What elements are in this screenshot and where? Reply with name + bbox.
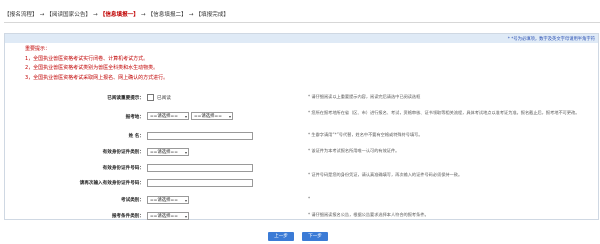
chevron-down-icon: ▾ (184, 198, 187, 203)
exam-location-province-value: ==请选择== (150, 114, 178, 119)
header-divider (4, 22, 600, 23)
prev-step-button[interactable]: 上一步 (268, 232, 294, 241)
id-type-hint: * 该证件为本考试报名所用唯一认可的有效证件。 (308, 148, 400, 153)
read-notice-label: 已阅读重要提示： (107, 96, 144, 101)
step-arrow: → (140, 12, 146, 18)
name-hint: * 生僻字请用“*”号代替，姓名中不要有空格或特殊符号填写。 (308, 132, 423, 137)
exam-location-city-value: ==请选择== (194, 114, 222, 119)
exam-location-label: 报考地： (125, 115, 144, 120)
step-read-announcement: 【阅读国家公告】 (46, 12, 92, 18)
exam-condition-hint: * 请仔细阅读报名公告，根据公告要求选择本人符合的报考条件。 (308, 212, 429, 217)
step-arrow: → (93, 12, 98, 18)
exam-category-select[interactable]: ==请选择== ▾ (147, 196, 189, 204)
notice-item: 1，全国执业兽医资格考试实行闭卷、计算机考试方式。 (25, 55, 149, 62)
chevron-down-icon: ▾ (184, 114, 187, 119)
exam-condition-label: 报考条件类别： (111, 214, 144, 219)
id-number-confirm-input[interactable] (147, 179, 253, 187)
read-notice-option: 已阅读 (157, 96, 171, 101)
exam-category-label: 考试类别： (121, 198, 144, 203)
step-breadcrumb: 【报名流程】 → 【阅读国家公告】 → 【信息填报一】 → 【信息填报二】 → 【填报完成】 (4, 10, 229, 18)
id-type-select[interactable]: ==请选择== ▾ (147, 148, 189, 156)
id-number-hint: * 证件号码是您的身份凭证，请认真准确填写，再次输入的证件号码必须保持一致。 (308, 172, 463, 177)
read-notice-hint: * 请仔细阅读以上重要提示内容，阅读完后请选中已阅读选框 (308, 94, 421, 99)
required-note: * *号为必填项，数字及英文字母请用半角字符 (507, 37, 595, 42)
important-notice: 重要提示： 1，全国执业兽医资格考试实行闭卷、计算机考试方式。 2，全国执业兽医… (25, 45, 168, 83)
step-info-fill-1: 【信息填报一】 (99, 12, 139, 18)
id-number-confirm-label: 请再次输入有效身份证件号码： (79, 181, 144, 186)
step-complete: 【填报完成】 (195, 12, 230, 18)
notice-item: 2，全国执业兽医资格考试类别为兽医全科类和水生动物类。 (25, 65, 159, 71)
exam-location-city-select[interactable]: ==请选择== ▾ (191, 112, 233, 120)
chevron-down-icon: ▾ (228, 114, 231, 119)
read-notice-checkbox[interactable] (147, 94, 154, 101)
chevron-down-icon: ▾ (184, 150, 187, 155)
step-registration-process: 【报名流程】 (4, 12, 38, 18)
next-step-button[interactable]: 下一步 (302, 232, 328, 241)
id-type-label: 有效身份证件类别： (102, 150, 144, 155)
name-input[interactable] (147, 132, 253, 140)
form-header-strip: * *号为必填项，数字及英文字母请用半角字符 (5, 34, 598, 43)
id-number-input[interactable] (147, 164, 253, 172)
chevron-down-icon: ▾ (184, 214, 187, 219)
notice-title: 重要提示： (25, 46, 51, 52)
notice-item: 3，全国执业兽医资格考试采取网上报名、网上确认的方式进行。 (25, 74, 169, 81)
exam-condition-select[interactable]: ==请选择== ▾ (147, 212, 189, 220)
form-panel: * *号为必填项，数字及英文字母请用半角字符 重要提示： 1，全国执业兽医资格考… (4, 33, 599, 220)
step-info-fill-2: 【信息填报二】 (147, 12, 187, 18)
exam-category-value: ==请选择== (150, 198, 178, 203)
exam-location-province-select[interactable]: ==请选择== ▾ (147, 112, 189, 120)
id-number-label: 有效身份证件号码： (102, 166, 144, 171)
name-label: 姓 名： (128, 134, 144, 139)
step-arrow: → (188, 12, 194, 18)
exam-condition-value: ==请选择== (150, 214, 178, 219)
step-arrow: → (39, 12, 45, 18)
read-notice-checkbox-group[interactable]: 已阅读 (147, 94, 171, 101)
exam-location-hint: * 您所在报考地所在省（区、市）进行报名、考试，资格审核、证书领取等相关流程，具… (308, 110, 580, 115)
exam-category-hint: * (308, 196, 311, 201)
id-type-value: ==请选择== (150, 150, 178, 155)
